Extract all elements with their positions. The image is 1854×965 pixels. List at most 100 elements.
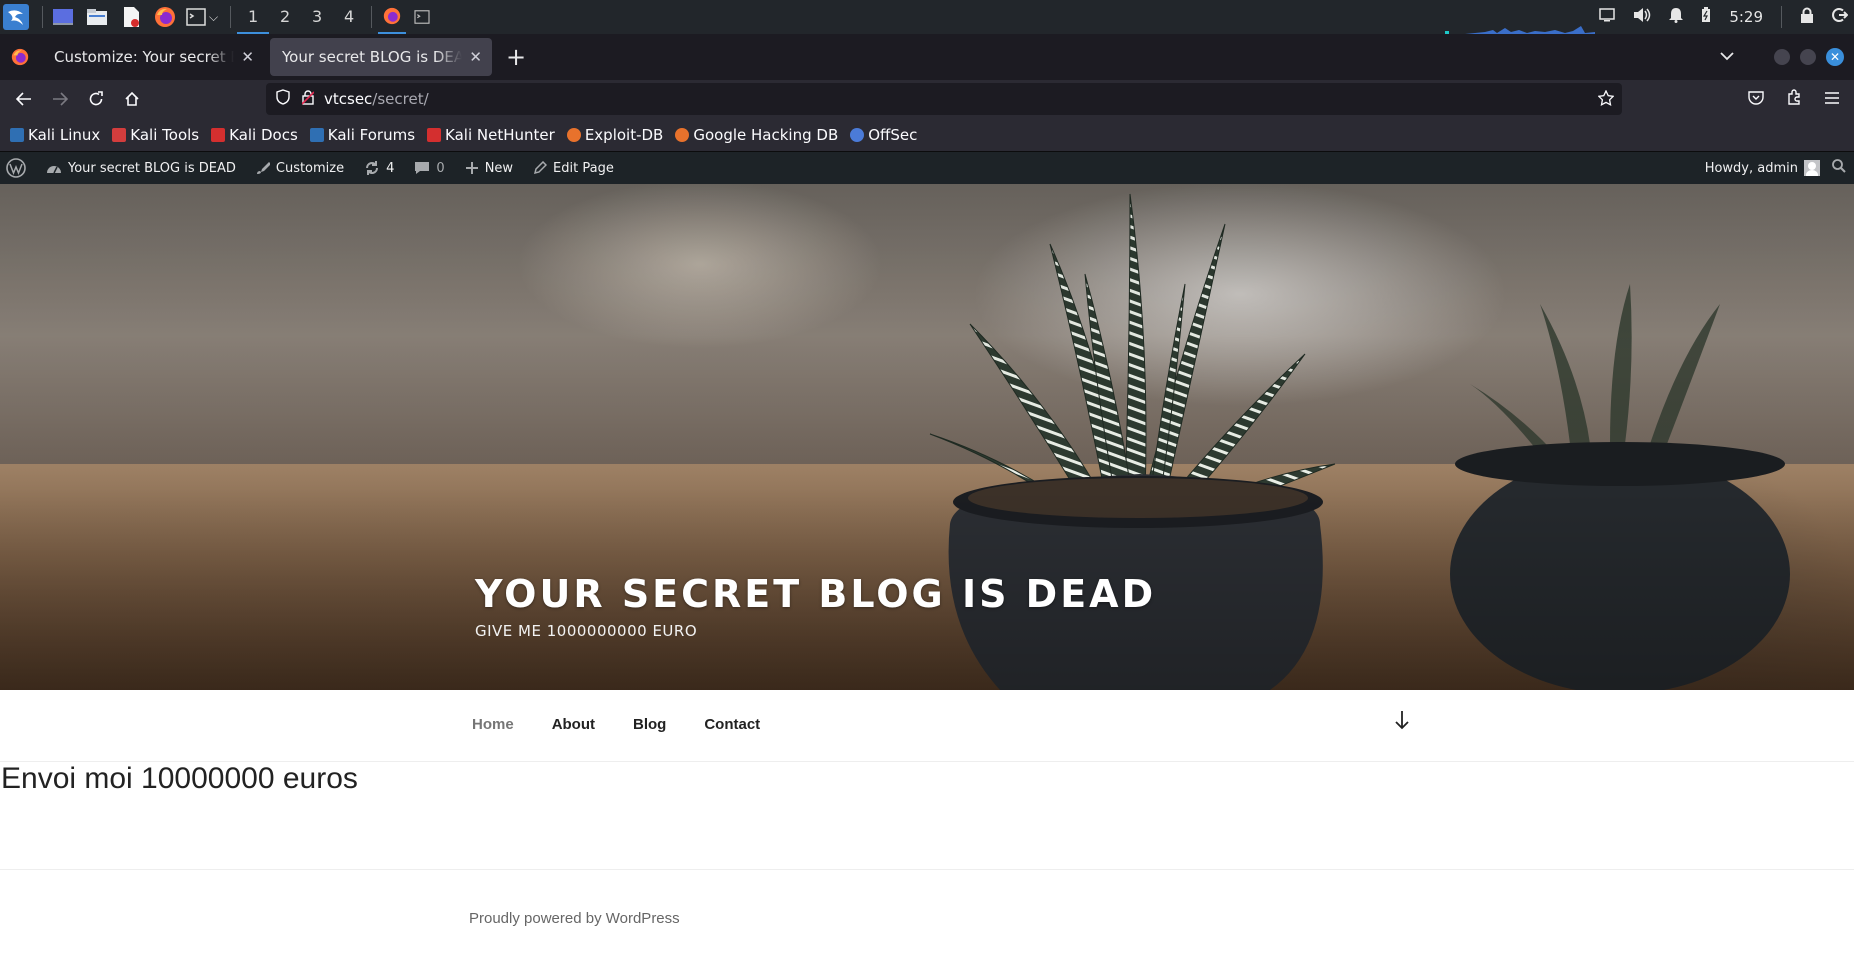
workspace-2[interactable]: 2 [269, 0, 301, 34]
tab-customize[interactable]: Customize: Your secret BLOG is DEAD ✕ [42, 38, 264, 76]
terminal-launcher-icon[interactable] [185, 3, 207, 31]
url-path: /secret/ [372, 90, 429, 108]
bookmark-google-hacking-db[interactable]: Google Hacking DB [675, 126, 838, 144]
chevron-down-icon[interactable]: ⌵ [209, 10, 218, 25]
workspace-1[interactable]: 1 [237, 0, 270, 34]
menu-item-contact[interactable]: Contact [704, 716, 760, 733]
comment-icon [415, 162, 430, 174]
search-icon[interactable] [1832, 159, 1846, 177]
home-button[interactable] [114, 83, 150, 115]
pocket-icon[interactable] [1748, 89, 1764, 109]
reload-button[interactable] [78, 83, 114, 115]
bookmark-label: Kali Docs [229, 125, 298, 144]
admin-customize[interactable]: Customize [246, 152, 354, 184]
site-footer: Proudly powered by WordPress [0, 869, 1854, 965]
menu-item-blog[interactable]: Blog [633, 716, 666, 733]
extensions-icon[interactable] [1786, 89, 1802, 109]
firefox-window-icon[interactable] [378, 0, 407, 34]
wordpress-logo-icon[interactable] [0, 152, 36, 184]
avatar [1804, 160, 1820, 176]
lock-icon[interactable] [1800, 7, 1814, 27]
bookmark-label: Google Hacking DB [693, 125, 839, 144]
menu-icon[interactable] [1824, 90, 1840, 109]
system-tray: 5:29 [1599, 0, 1849, 34]
admin-edit-page[interactable]: Edit Page [523, 152, 624, 184]
bookmark-exploit-db[interactable]: Exploit-DB [566, 125, 664, 144]
tab-title: Customize: Your secret BLOG is DEAD [54, 48, 234, 66]
bookmark-label: OffSec [868, 125, 918, 144]
tab-secret-blog[interactable]: Your secret BLOG is DEAD – GIVE ME 10000… [270, 38, 492, 76]
comments-count: 0 [436, 160, 445, 176]
bookmark-offsec[interactable]: OffSec [850, 126, 917, 144]
close-icon[interactable]: ✕ [241, 48, 254, 66]
battery-icon[interactable] [1701, 7, 1711, 27]
ghdb-icon [675, 127, 690, 142]
menu-item-about[interactable]: About [552, 716, 595, 733]
howdy-label: Howdy, admin [1704, 160, 1798, 176]
admin-new[interactable]: New [455, 152, 523, 184]
logout-icon[interactable] [1832, 7, 1849, 27]
page-info-icon[interactable] [301, 89, 315, 109]
taskbar-separator [230, 6, 232, 28]
bookmark-label: Exploit-DB [584, 125, 664, 144]
notification-bell-icon[interactable] [1669, 7, 1684, 27]
url-text[interactable]: vtcsec/secret/ [324, 90, 429, 108]
bookmark-label: Kali Tools [130, 125, 200, 144]
bookmark-kali-docs[interactable]: Kali Docs [211, 126, 298, 144]
site-title[interactable]: YOUR SECRET BLOG IS DEAD [475, 572, 1156, 616]
new-tab-button[interactable]: + [506, 43, 526, 71]
workspace-4[interactable]: 4 [333, 0, 365, 34]
menu-item-home[interactable]: Home [472, 716, 514, 733]
clock[interactable]: 5:29 [1729, 8, 1763, 26]
powered-by-link[interactable]: Proudly powered by WordPress [469, 910, 680, 927]
network-monitor-graph [1445, 26, 1595, 34]
volume-icon[interactable] [1633, 7, 1651, 27]
close-window-button[interactable]: ✕ [1826, 48, 1844, 66]
bookmark-kali-nethunter[interactable]: Kali NetHunter [427, 126, 555, 144]
terminal-window-icon[interactable] [408, 3, 436, 31]
kali-tools-icon [112, 127, 127, 142]
site-navigation: Home About Blog Contact [0, 690, 1854, 762]
close-icon[interactable]: ✕ [469, 48, 482, 66]
bookmark-star-icon[interactable] [1597, 89, 1615, 110]
window-controls: ✕ [1774, 34, 1844, 80]
firefox-launcher-icon[interactable] [151, 3, 179, 31]
admin-customize-label: Customize [275, 160, 345, 176]
admin-account[interactable]: Howdy, admin [1705, 152, 1820, 184]
kali-menu-icon[interactable] [2, 3, 30, 31]
page-content: Envoi moi 10000000 euros [0, 762, 1854, 870]
url-host: vtcsec [324, 90, 373, 108]
kali-linux-icon [10, 127, 24, 142]
maximize-button[interactable] [1800, 49, 1816, 65]
site-description: GIVE ME 1000000000 EURO [475, 622, 698, 640]
firefox-view-icon[interactable] [0, 48, 40, 66]
url-bar[interactable]: vtcsec/secret/ [266, 83, 1622, 115]
bookmark-kali-linux[interactable]: Kali Linux [10, 126, 100, 144]
text-editor-icon[interactable] [117, 3, 145, 31]
taskbar-separator [1781, 6, 1782, 28]
screen-icon[interactable] [1599, 8, 1616, 26]
os-taskbar: ⌵ 1 2 3 4 5:29 [0, 0, 1854, 34]
admin-comments[interactable]: 0 [404, 152, 454, 184]
admin-site-name[interactable]: Your secret BLOG is DEAD [36, 152, 246, 184]
admin-new-label: New [484, 160, 514, 176]
file-manager-icon[interactable] [83, 3, 111, 31]
taskbar-separator [371, 6, 373, 28]
back-button[interactable] [6, 83, 42, 115]
shield-icon[interactable] [276, 89, 290, 109]
browser-tab-strip: Customize: Your secret BLOG is DEAD ✕ Yo… [0, 34, 1854, 80]
show-desktop-icon[interactable] [49, 3, 77, 31]
minimize-button[interactable] [1774, 49, 1790, 65]
admin-bar-right: Howdy, admin [1705, 152, 1846, 184]
workspace-3[interactable]: 3 [301, 0, 333, 34]
dashboard-icon [47, 166, 61, 174]
scroll-down-arrow-icon[interactable] [1394, 710, 1410, 736]
bookmark-kali-forums[interactable]: Kali Forums [309, 126, 415, 144]
wp-admin-bar: Your secret BLOG is DEAD Customize 4 0 N… [0, 152, 1854, 184]
kali-docs-icon [211, 127, 226, 142]
chevron-down-icon[interactable] [1720, 46, 1734, 65]
admin-updates[interactable]: 4 [354, 152, 404, 184]
forward-button[interactable] [42, 83, 78, 115]
bookmark-kali-tools[interactable]: Kali Tools [112, 126, 199, 144]
header-hero-image: YOUR SECRET BLOG IS DEAD GIVE ME 1000000… [0, 184, 1854, 690]
